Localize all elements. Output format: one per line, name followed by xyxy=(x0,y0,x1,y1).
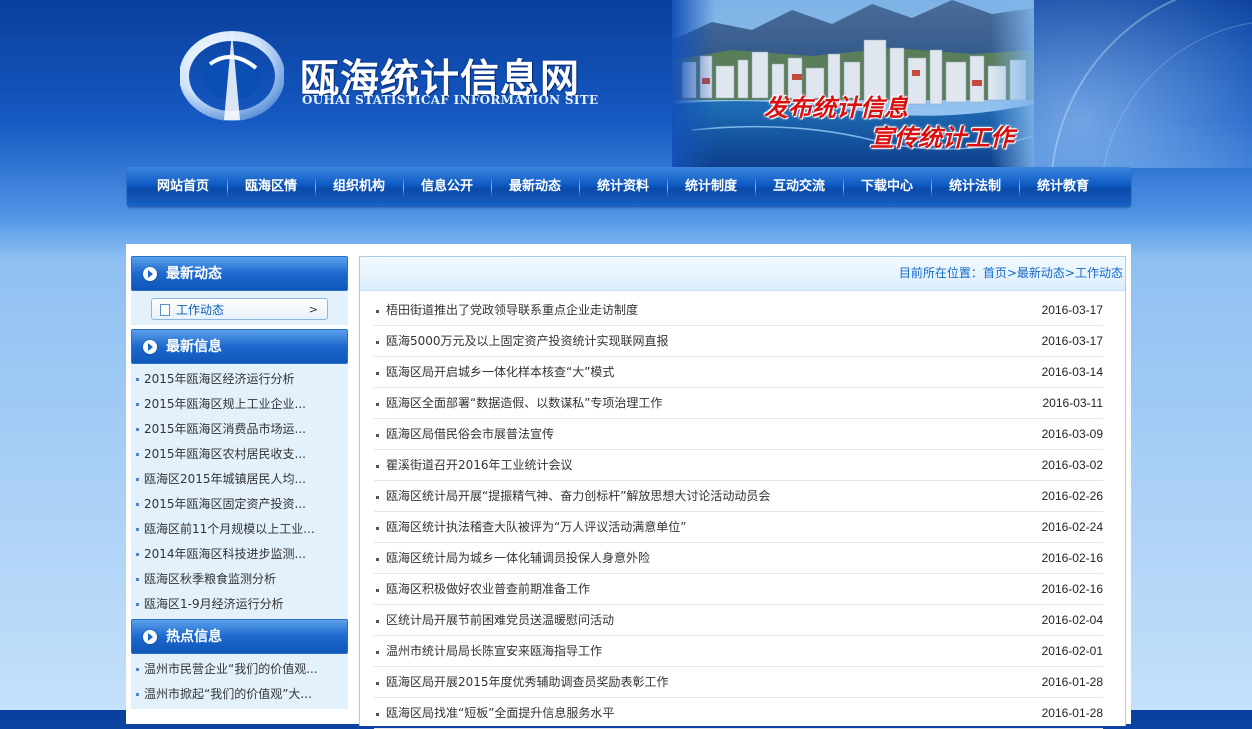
news-title[interactable]: 瓯海区积极做好农业普查前期准备工作 xyxy=(386,582,590,596)
breadcrumb-text[interactable]: 目前所在位置：首页>最新动态>工作动态 xyxy=(899,266,1123,280)
sidebar-heading-latest-news[interactable]: 最新动态 xyxy=(131,256,348,291)
site-subtitle: OUHAI STATISTICAF INFORMATION SITE xyxy=(302,93,599,107)
sidebar-heading-label: 最新动态 xyxy=(166,266,222,282)
news-title[interactable]: 瓯海区局开展2015年度优秀辅助调查员奖励表彰工作 xyxy=(386,675,669,689)
chevron-right-icon: > xyxy=(308,303,318,316)
content-container: 最新动态 工作动态 > 最新信息 2015年瓯海区经济运行分析 2015年瓯海区… xyxy=(126,244,1131,729)
sidebar-list-item[interactable]: 瓯海区1-9月经济运行分析 xyxy=(134,592,348,617)
sidebar-list-item[interactable]: 2014年瓯海区科技进步监测... xyxy=(134,542,348,567)
sidebar-section-latest-news: 工作动态 > xyxy=(131,291,348,325)
sidebar-section-hot-info: 温州市民营企业“我们的价值观... 温州市掀起“我们的价值观”大... xyxy=(131,654,348,709)
news-title[interactable]: 瓯海区统计执法稽查大队被评为“万人评议活动满意单位” xyxy=(386,520,686,534)
nav-item-statistics-system[interactable]: 统计制度 xyxy=(667,167,755,207)
news-date: 2016-03-17 xyxy=(1041,303,1103,317)
nav-item-info-disclosure[interactable]: 信息公开 xyxy=(403,167,491,207)
nav-item-statistics-law[interactable]: 统计法制 xyxy=(931,167,1019,207)
main-content: 目前所在位置：首页>最新动态>工作动态 梧田街道推出了党政领导联系重点企业走访制… xyxy=(359,256,1126,729)
nav-item-organization[interactable]: 组织机构 xyxy=(315,167,403,207)
breadcrumb: 目前所在位置：首页>最新动态>工作动态 xyxy=(360,257,1125,291)
news-item[interactable]: 瓯海区统计局开展“提振精气神、奋力创标杆”解放思想大讨论活动动员会 2016-02… xyxy=(374,481,1103,512)
news-item[interactable]: 瓯海区局开启城乡一体化样本核查“大”模式 2016-03-14 xyxy=(374,357,1103,388)
main-nav: 网站首页 瓯海区情 组织机构 信息公开 最新动态 统计资料 统计制度 互动交流 … xyxy=(127,167,1131,207)
news-item[interactable]: 梧田街道推出了党政领导联系重点企业走访制度 2016-03-17 xyxy=(374,295,1103,326)
news-title[interactable]: 瞿溪街道召开2016年工业统计会议 xyxy=(386,458,573,472)
sidebar-list-item[interactable]: 2015年瓯海区农村居民收支... xyxy=(134,442,348,467)
news-item[interactable]: 区统计局开展节前困难党员送温暖慰问活动 2016-02-04 xyxy=(374,605,1103,636)
news-item[interactable]: 瓯海5000万元及以上固定资产投资统计实现联网直报 2016-03-17 xyxy=(374,326,1103,357)
nav-item-downloads[interactable]: 下载中心 xyxy=(843,167,931,207)
news-item[interactable]: 温州市统计局局长陈宣安来瓯海指导工作 2016-02-01 xyxy=(374,636,1103,667)
news-date: 2016-03-11 xyxy=(1042,396,1104,410)
news-title[interactable]: 梧田街道推出了党政领导联系重点企业走访制度 xyxy=(386,303,638,317)
sidebar-section-latest-info: 2015年瓯海区经济运行分析 2015年瓯海区规上工业企业... 2015年瓯海… xyxy=(131,364,348,619)
nav-item-district-info[interactable]: 瓯海区情 xyxy=(227,167,315,207)
news-title[interactable]: 瓯海区全面部署“数据造假、以数谋私”专项治理工作 xyxy=(386,396,662,410)
site-logo-icon xyxy=(180,31,284,121)
news-date: 2016-02-16 xyxy=(1041,582,1103,596)
circle-arrow-icon xyxy=(143,630,157,644)
news-list: 梧田街道推出了党政领导联系重点企业走访制度 2016-03-17 瓯海5000万元… xyxy=(360,295,1125,729)
news-date: 2016-03-02 xyxy=(1041,458,1103,472)
news-date: 2016-03-17 xyxy=(1041,334,1103,348)
sidebar-heading-hot-info[interactable]: 热点信息 xyxy=(131,619,348,654)
news-date: 2016-02-24 xyxy=(1041,520,1103,534)
news-item[interactable]: 瓯海区统计执法稽查大队被评为“万人评议活动满意单位” 2016-02-24 xyxy=(374,512,1103,543)
news-item[interactable]: 瓯海区统计局为城乡一体化辅调员投保人身意外险 2016-02-16 xyxy=(374,543,1103,574)
header-banner: 瓯海统计信息网 OUHAI STATISTICAF INFORMATION SI… xyxy=(0,0,1252,168)
news-title[interactable]: 瓯海5000万元及以上固定资产投资统计实现联网直报 xyxy=(386,334,669,348)
news-item[interactable]: 瞿溪街道召开2016年工业统计会议 2016-03-02 xyxy=(374,450,1103,481)
news-title[interactable]: 温州市统计局局长陈宣安来瓯海指导工作 xyxy=(386,644,602,658)
slogan-line-2: 宣传统计工作 xyxy=(870,123,1014,152)
sidebar-list-item[interactable]: 瓯海区前11个月规模以上工业... xyxy=(134,517,348,542)
sidebar-list-item[interactable]: 温州市民营企业“我们的价值观... xyxy=(134,657,348,682)
news-title[interactable]: 瓯海区统计局开展“提振精气神、奋力创标杆”解放思想大讨论活动动员会 xyxy=(386,489,770,503)
sidebar-heading-label: 最新信息 xyxy=(166,339,222,355)
news-title[interactable]: 瓯海区局借民俗会市展普法宣传 xyxy=(386,427,554,441)
nav-item-interaction[interactable]: 互动交流 xyxy=(755,167,843,207)
sidebar-list-item[interactable]: 2015年瓯海区经济运行分析 xyxy=(134,367,348,392)
sidebar-list-item[interactable]: 瓯海区秋季粮食监测分析 xyxy=(134,567,348,592)
sidebar-list-item[interactable]: 温州市掀起“我们的价值观”大... xyxy=(134,682,348,707)
news-date: 2016-03-14 xyxy=(1041,365,1103,379)
news-date: 2016-01-28 xyxy=(1041,675,1103,689)
news-title[interactable]: 瓯海区局找准“短板”全面提升信息服务水平 xyxy=(386,706,614,720)
sidebar-list-item[interactable]: 2015年瓯海区消费品市场运... xyxy=(134,417,348,442)
news-title[interactable]: 瓯海区统计局为城乡一体化辅调员投保人身意外险 xyxy=(386,551,650,565)
sidebar-subitem-label: 工作动态 xyxy=(176,303,225,317)
circle-arrow-icon xyxy=(143,267,157,281)
sidebar-subitem-work-news[interactable]: 工作动态 > xyxy=(151,298,328,320)
news-item[interactable]: 瓯海区积极做好农业普查前期准备工作 2016-02-16 xyxy=(374,574,1103,605)
news-date: 2016-02-26 xyxy=(1041,489,1103,503)
sidebar-list-item[interactable]: 瓯海区2015年城镇居民人均... xyxy=(134,467,348,492)
nav-item-latest-news[interactable]: 最新动态 xyxy=(491,167,579,207)
circle-arrow-icon xyxy=(143,340,157,354)
sidebar-heading-latest-info[interactable]: 最新信息 xyxy=(131,329,348,364)
sidebar-list-item[interactable]: 2015年瓯海区规上工业企业... xyxy=(134,392,348,417)
news-item[interactable]: 瓯海区全面部署“数据造假、以数谋私”专项治理工作 2016-03-11 xyxy=(374,388,1103,419)
news-date: 2016-03-09 xyxy=(1041,427,1103,441)
news-date: 2016-02-01 xyxy=(1041,644,1103,658)
news-date: 2016-01-28 xyxy=(1041,706,1103,720)
news-item[interactable]: 瓯海区局开展2015年度优秀辅助调查员奖励表彰工作 2016-01-28 xyxy=(374,667,1103,698)
news-date: 2016-02-16 xyxy=(1041,551,1103,565)
nav-item-statistics-education[interactable]: 统计教育 xyxy=(1019,167,1107,207)
document-icon xyxy=(160,304,170,316)
sidebar-heading-label: 热点信息 xyxy=(166,629,222,645)
news-item[interactable]: 瓯海区局借民俗会市展普法宣传 2016-03-09 xyxy=(374,419,1103,450)
nav-item-home[interactable]: 网站首页 xyxy=(139,167,227,207)
news-item[interactable]: 瓯海区局找准“短板”全面提升信息服务水平 2016-01-28 xyxy=(374,698,1103,729)
news-title[interactable]: 瓯海区局开启城乡一体化样本核查“大”模式 xyxy=(386,365,614,379)
sidebar: 最新动态 工作动态 > 最新信息 2015年瓯海区经济运行分析 2015年瓯海区… xyxy=(131,256,348,709)
news-title[interactable]: 区统计局开展节前困难党员送温暖慰问活动 xyxy=(386,613,614,627)
nav-item-statistics-data[interactable]: 统计资料 xyxy=(579,167,667,207)
sidebar-list-item[interactable]: 2015年瓯海区固定资产投资... xyxy=(134,492,348,517)
news-date: 2016-02-04 xyxy=(1041,613,1103,627)
